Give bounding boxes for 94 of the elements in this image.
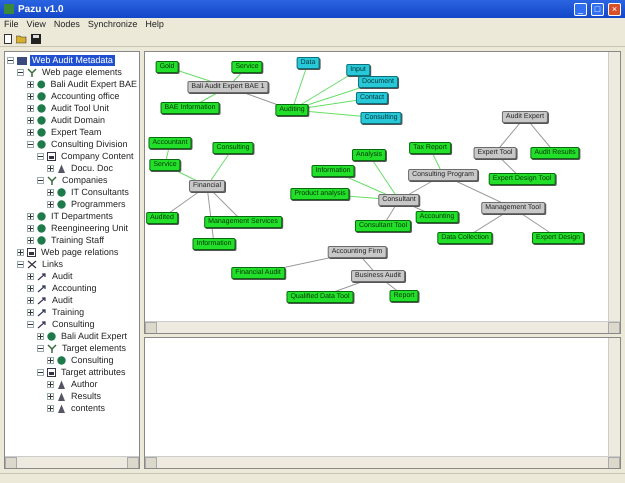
tree-item[interactable]: Web page elements: [40, 66, 124, 78]
expand-toggle[interactable]: [27, 272, 34, 280]
fork-icon: [47, 176, 57, 184]
expand-toggle[interactable]: [27, 116, 34, 124]
collapse-toggle[interactable]: [27, 140, 34, 148]
tree-item[interactable]: Audit Domain: [49, 114, 108, 126]
tree-item[interactable]: Bali Audit Expert: [59, 330, 130, 342]
collapse-toggle[interactable]: [37, 368, 44, 376]
expand-toggle[interactable]: [27, 104, 34, 112]
arrow-icon: [37, 308, 47, 316]
tree-item[interactable]: Programmers: [69, 198, 128, 210]
tree-item[interactable]: Training Staff: [49, 234, 106, 246]
square-icon: [47, 368, 56, 376]
collapse-toggle[interactable]: [27, 320, 34, 328]
expand-toggle[interactable]: [47, 392, 54, 400]
expand-toggle[interactable]: [47, 200, 54, 208]
expand-toggle[interactable]: [27, 296, 34, 304]
sphere-icon: [57, 356, 66, 364]
expand-toggle[interactable]: [47, 356, 54, 364]
folder-icon: [17, 56, 27, 64]
save-icon[interactable]: [31, 34, 41, 44]
collapse-toggle[interactable]: [17, 68, 24, 76]
tree-item[interactable]: Accounting office: [49, 90, 122, 102]
window-control-button[interactable]: _: [574, 2, 587, 16]
open-folder-icon[interactable]: [16, 34, 27, 44]
collapse-toggle[interactable]: [37, 176, 44, 184]
tree-item[interactable]: Target elements: [60, 342, 128, 354]
expand-toggle[interactable]: [47, 404, 54, 412]
expand-toggle[interactable]: [17, 248, 24, 256]
tree-item[interactable]: Training: [50, 306, 86, 318]
tree-item[interactable]: Results: [69, 390, 104, 402]
square-icon: [47, 152, 56, 160]
horizontal-scrollbar[interactable]: [5, 456, 139, 468]
tree-item[interactable]: IT Consultants: [69, 186, 131, 198]
fork-icon: [47, 344, 57, 352]
cross-icon: [27, 260, 37, 268]
tree-item[interactable]: Companies: [60, 174, 110, 186]
horizontal-scrollbar[interactable]: [145, 321, 620, 333]
expand-toggle[interactable]: [27, 128, 34, 136]
tree-item[interactable]: Docu. Doc: [69, 162, 116, 174]
tree-item[interactable]: Author: [69, 378, 100, 390]
tree-item[interactable]: Expert Team: [49, 126, 104, 138]
tree-item[interactable]: Audit: [50, 294, 75, 306]
collapse-toggle[interactable]: [17, 260, 24, 268]
tree-item[interactable]: Web page relations: [39, 246, 120, 258]
window-title: Pazu v1.0: [18, 2, 64, 16]
tree-item[interactable]: contents: [69, 402, 108, 414]
vertical-scrollbar[interactable]: [608, 52, 620, 321]
collapse-toggle[interactable]: [7, 56, 14, 64]
expand-toggle[interactable]: [37, 332, 44, 340]
arrow-icon: [37, 284, 47, 292]
tree-item[interactable]: Company Content: [59, 150, 136, 162]
expand-toggle[interactable]: [27, 284, 34, 292]
window-control-button[interactable]: □: [591, 2, 604, 16]
fork-icon: [27, 68, 37, 76]
expand-toggle[interactable]: [47, 164, 54, 172]
tree-item[interactable]: Audit Tool Unit: [49, 102, 111, 114]
tree-item[interactable]: Consulting: [50, 318, 97, 330]
tree-item[interactable]: IT Departments: [49, 210, 115, 222]
arrow-icon: [37, 296, 47, 304]
expand-toggle[interactable]: [27, 92, 34, 100]
menu-item[interactable]: Nodes: [54, 18, 80, 32]
window-control-button[interactable]: ×: [608, 2, 621, 16]
vertical-scrollbar[interactable]: [608, 338, 620, 456]
collapse-toggle[interactable]: [37, 344, 44, 352]
tree-item[interactable]: Consulting Division: [49, 138, 130, 150]
menu-item[interactable]: Help: [145, 18, 164, 32]
app-icon: [4, 4, 14, 14]
expand-toggle[interactable]: [27, 212, 34, 220]
expand-toggle[interactable]: [27, 224, 34, 232]
expand-toggle[interactable]: [27, 236, 34, 244]
menu-item[interactable]: File: [4, 18, 19, 32]
tree-item[interactable]: Web Audit Metadata: [30, 54, 115, 66]
arrow-icon: [37, 320, 47, 328]
menu-item[interactable]: Synchronize: [88, 18, 138, 32]
tree-item[interactable]: Audit: [50, 270, 75, 282]
expand-toggle[interactable]: [27, 308, 34, 316]
tree-item[interactable]: Links: [40, 258, 66, 270]
tree-item[interactable]: Reengineering Unit: [49, 222, 130, 234]
arrow-icon: [37, 272, 47, 280]
square-icon: [27, 248, 36, 256]
letter-a-icon: [57, 164, 66, 172]
horizontal-scrollbar[interactable]: [145, 456, 620, 468]
tree-item[interactable]: Accounting: [50, 282, 99, 294]
expand-toggle[interactable]: [47, 380, 54, 388]
tree-item[interactable]: Target attributes: [59, 366, 128, 378]
tree-item[interactable]: Consulting: [69, 354, 116, 366]
tree-item[interactable]: Bali Audit Expert BAE: [48, 78, 139, 90]
sphere-icon: [47, 332, 56, 340]
menu-item[interactable]: View: [26, 18, 46, 32]
expand-toggle[interactable]: [47, 188, 54, 196]
expand-toggle[interactable]: [27, 80, 34, 88]
new-file-icon[interactable]: [4, 34, 12, 44]
collapse-toggle[interactable]: [37, 152, 44, 160]
